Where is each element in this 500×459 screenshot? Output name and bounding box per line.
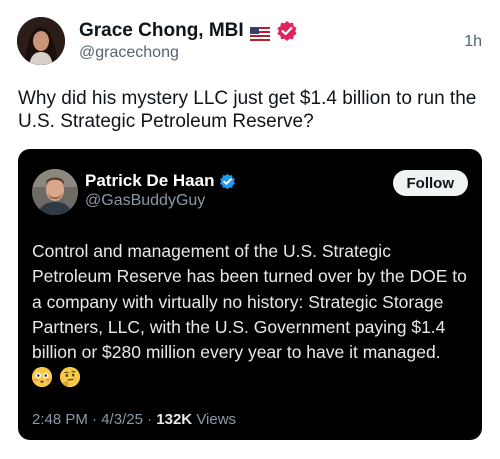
quoted-post[interactable]: Patrick De Haan @GasBuddyGuy Follow Cont… [18,149,482,440]
verified-badge-pink-icon [276,20,298,42]
quoted-post-text-block: Control and management of the U.S. Strat… [32,239,472,390]
quoted-post-text: Control and management of the U.S. Strat… [32,241,467,363]
post: Grace Chong, MBI @gracechong 1h Why did … [0,0,500,459]
quoted-author-handle[interactable]: @GasBuddyGuy [85,192,205,210]
meta-separator: · [92,411,98,428]
flushed-face-icon [32,367,52,388]
views-label: Views [196,411,237,428]
post-time[interactable]: 1h [464,33,482,51]
quoted-author-name-row[interactable]: Patrick De Haan [85,171,236,191]
thinking-face-icon [60,367,81,388]
post-text: Why did his mystery LLC just get $1.4 bi… [18,88,477,132]
us-flag-icon [249,25,270,41]
follow-button[interactable]: Follow [392,170,468,196]
author-avatar[interactable] [17,17,65,65]
meta-separator: · [147,411,153,428]
views-count[interactable]: 132K [156,411,192,428]
quoted-author-avatar[interactable] [32,169,78,215]
quoted-post-date[interactable]: 4/3/25 [101,411,143,428]
quoted-author-name[interactable]: Patrick De Haan [85,171,214,191]
emoji-row [32,366,472,390]
author-name[interactable]: Grace Chong, MBI [79,20,244,42]
quoted-post-time[interactable]: 2:48 PM [32,411,88,428]
verified-badge-blue-icon [219,173,236,190]
author-handle[interactable]: @gracechong [79,44,179,62]
quoted-post-meta: 2:48 PM · 4/3/25 · 132K Views [32,411,236,428]
author-name-row[interactable]: Grace Chong, MBI [79,20,298,42]
